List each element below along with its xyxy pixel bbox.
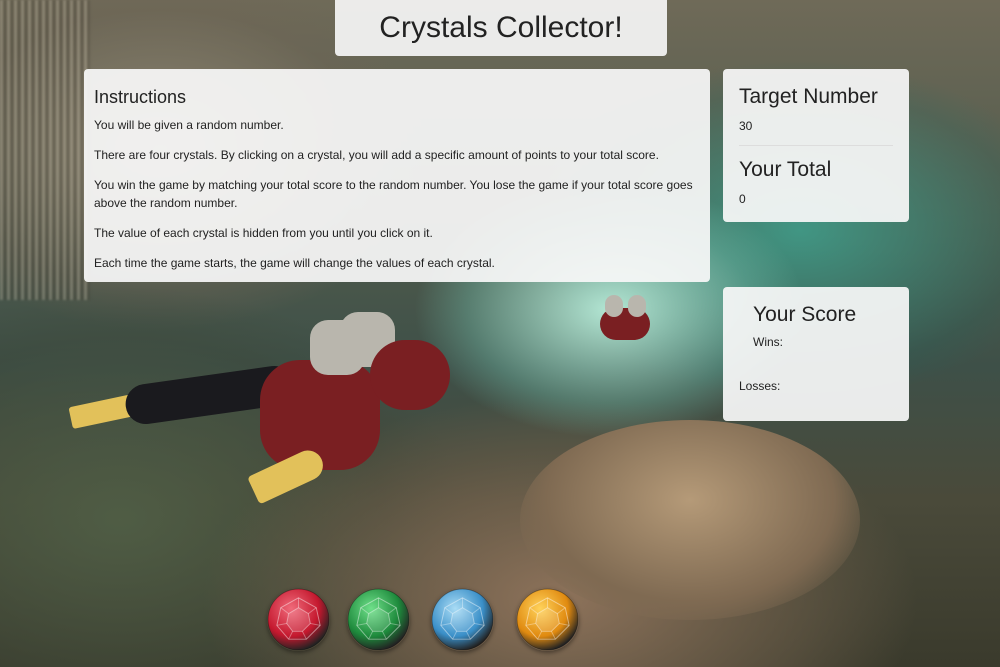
score-panel: Your Score Wins: Losses: [723, 287, 909, 421]
total-heading: Your Total [739, 158, 832, 181]
total-number: 0 [739, 192, 746, 206]
title-banner: Crystals Collector! [335, 0, 667, 56]
green-crystal[interactable] [347, 588, 410, 651]
target-heading: Target Number [739, 85, 878, 108]
score-heading: Your Score [753, 303, 857, 326]
instruction-line: You win the game by matching your total … [94, 178, 693, 210]
instruction-line: There are four crystals. By clicking on … [94, 148, 659, 162]
yellow-crystal[interactable] [516, 588, 579, 651]
divider [739, 145, 893, 146]
instructions-heading: Instructions [94, 87, 187, 107]
instruction-line: The value of each crystal is hidden from… [94, 226, 433, 240]
red-crystal[interactable] [267, 588, 330, 651]
blue-crystal[interactable] [431, 588, 494, 651]
instructions-panel: Instructions You will be given a random … [84, 69, 710, 282]
diver-foreground [68, 290, 470, 505]
wins-label: Wins: [753, 335, 783, 349]
target-number: 30 [739, 119, 753, 133]
target-panel: Target Number 30 Your Total 0 [723, 69, 909, 222]
losses-label: Losses: [739, 379, 781, 393]
instruction-line: Each time the game starts, the game will… [94, 256, 495, 270]
instruction-line: You will be given a random number. [94, 118, 284, 132]
page-title: Crystals Collector! [379, 11, 623, 44]
stalactites [0, 0, 90, 300]
crystal-row [267, 588, 587, 654]
diver-background [560, 290, 670, 350]
